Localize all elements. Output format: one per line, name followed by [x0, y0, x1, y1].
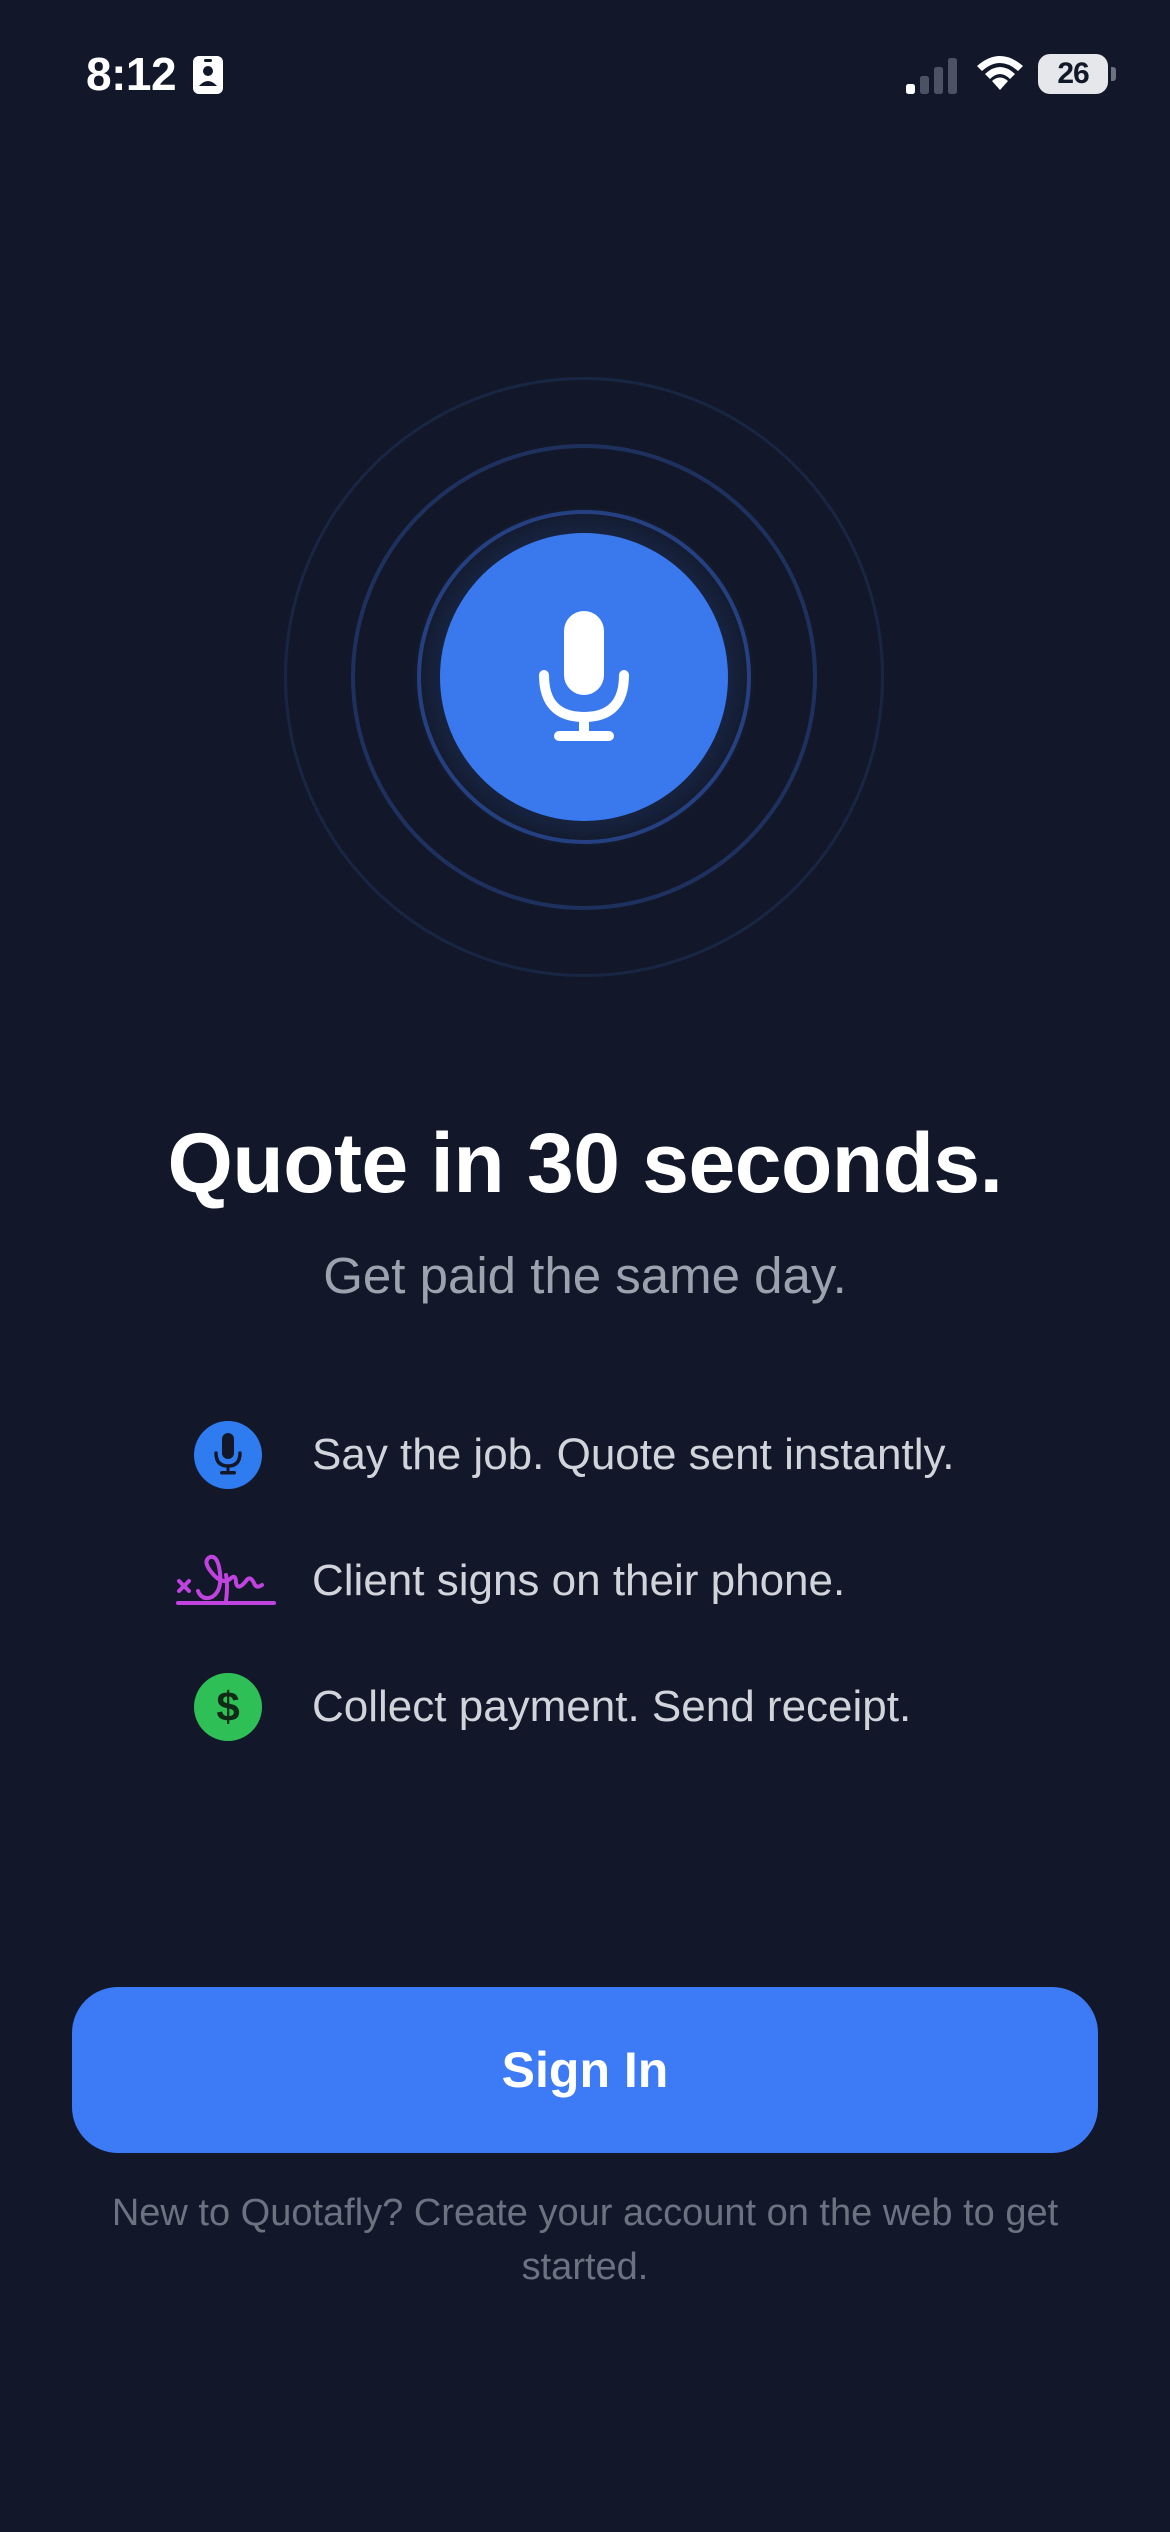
feature-text: Client signs on their phone. — [312, 1556, 846, 1605]
cellular-signal-icon — [906, 58, 957, 94]
sign-in-button[interactable]: Sign In — [72, 1987, 1098, 2153]
page-subtitle: Get paid the same day. — [323, 1247, 847, 1304]
microphone-icon — [176, 1415, 276, 1495]
battery-tip — [1111, 67, 1116, 81]
signature-icon — [176, 1541, 276, 1621]
create-account-note: New to Quotafly? Create your account on … — [111, 2192, 1059, 2288]
mic-button[interactable] — [440, 533, 728, 821]
microphone-icon — [539, 611, 629, 741]
feature-item-collect-payment: $ Collect payment. Send receipt. — [176, 1667, 1076, 1747]
feature-item-client-signs: Client signs on their phone. — [176, 1541, 1076, 1621]
dollar-icon: $ — [176, 1667, 276, 1747]
welcome-screen: 8:12 26 Quote in 30 seconds. Get paid th… — [0, 0, 1170, 2532]
id-card-icon — [193, 56, 223, 94]
battery-level: 26 — [1038, 54, 1108, 94]
wifi-icon — [977, 56, 1023, 90]
hero-mic-graphic — [284, 377, 884, 977]
status-time: 8:12 — [86, 48, 177, 100]
feature-text: Say the job. Quote sent instantly. — [312, 1430, 955, 1479]
feature-text: Collect payment. Send receipt. — [312, 1682, 912, 1731]
page-title: Quote in 30 seconds. — [167, 1116, 1003, 1210]
feature-item-voice-quote: Say the job. Quote sent instantly. — [176, 1415, 1076, 1495]
battery-icon: 26 — [1038, 54, 1116, 94]
